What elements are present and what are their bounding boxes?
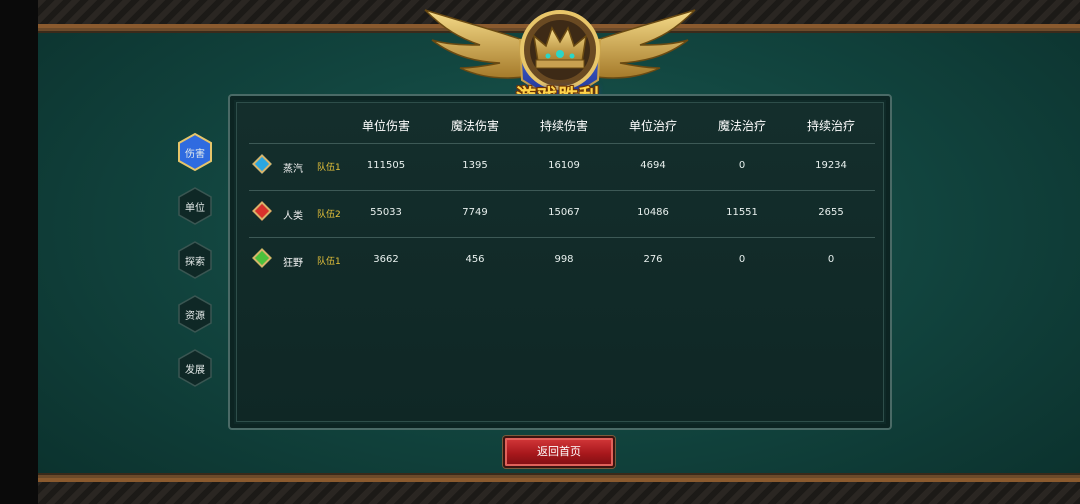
stat-cell: 7749 — [462, 207, 488, 218]
tab-label: 单位 — [185, 202, 205, 214]
team-label: 队伍2 — [317, 210, 341, 220]
red-gem-icon — [252, 201, 272, 221]
column-header: 持续治疗 — [806, 119, 855, 133]
tab-label: 资源 — [185, 310, 205, 322]
stat-cell: 55033 — [370, 207, 402, 218]
tab-label: 发展 — [185, 364, 205, 376]
stat-cell: 19234 — [815, 160, 847, 171]
stat-cell: 4694 — [640, 160, 666, 171]
tab-label: 探索 — [185, 256, 205, 268]
stat-cell: 0 — [738, 160, 746, 171]
bottom-border — [38, 475, 1080, 504]
tab-label: 伤害 — [185, 148, 205, 160]
stat-cell: 998 — [554, 254, 574, 265]
team-label: 队伍1 — [317, 163, 341, 173]
stat-cell: 16109 — [548, 160, 580, 171]
stat-cell: 15067 — [548, 207, 580, 218]
table-row: 人类 队伍2 55033 7749 15067 10486 11551 2655 — [249, 190, 875, 238]
faction-name: 人类 — [283, 211, 303, 222]
stat-cell: 3662 — [373, 254, 399, 265]
stats-panel: 单位伤害 魔法伤害 持续伤害 单位治疗 魔法治疗 持续治疗 蒸汽 队伍1 111… — [228, 94, 892, 430]
column-header: 单位伤害 — [361, 119, 410, 133]
stat-cell: 276 — [643, 254, 663, 265]
faction-name: 狂野 — [283, 258, 303, 269]
stat-cell: 0 — [738, 254, 746, 265]
column-header: 魔法伤害 — [450, 119, 499, 133]
stat-cell: 10486 — [637, 207, 669, 218]
tab-units[interactable]: 单位 — [176, 186, 214, 226]
tab-resources[interactable]: 资源 — [176, 294, 214, 334]
column-header: 魔法治疗 — [717, 119, 766, 133]
return-home-button[interactable]: 返回首页 — [503, 436, 615, 468]
tab-explore[interactable]: 探索 — [176, 240, 214, 280]
team-label: 队伍1 — [317, 257, 341, 267]
tab-damage[interactable]: 伤害 — [176, 132, 214, 172]
faction-name: 蒸汽 — [283, 164, 303, 175]
tab-development[interactable]: 发展 — [176, 348, 214, 388]
stat-cell: 2655 — [818, 207, 844, 218]
green-gem-icon — [252, 248, 272, 268]
stat-cell: 456 — [465, 254, 485, 265]
stats-table: 单位伤害 魔法伤害 持续伤害 单位治疗 魔法治疗 持续治疗 蒸汽 队伍1 111… — [236, 102, 884, 422]
table-row: 狂野 队伍1 3662 456 998 276 0 0 — [249, 237, 875, 285]
column-header: 单位治疗 — [628, 119, 677, 133]
blue-gem-icon — [252, 154, 272, 174]
stat-cell: 0 — [827, 254, 835, 265]
stat-cell: 1395 — [462, 160, 488, 171]
stat-cell: 11551 — [726, 207, 758, 218]
stat-cell: 111505 — [366, 160, 406, 171]
table-row: 蒸汽 队伍1 111505 1395 16109 4694 0 19234 — [249, 143, 875, 191]
column-header: 持续伤害 — [539, 119, 588, 133]
